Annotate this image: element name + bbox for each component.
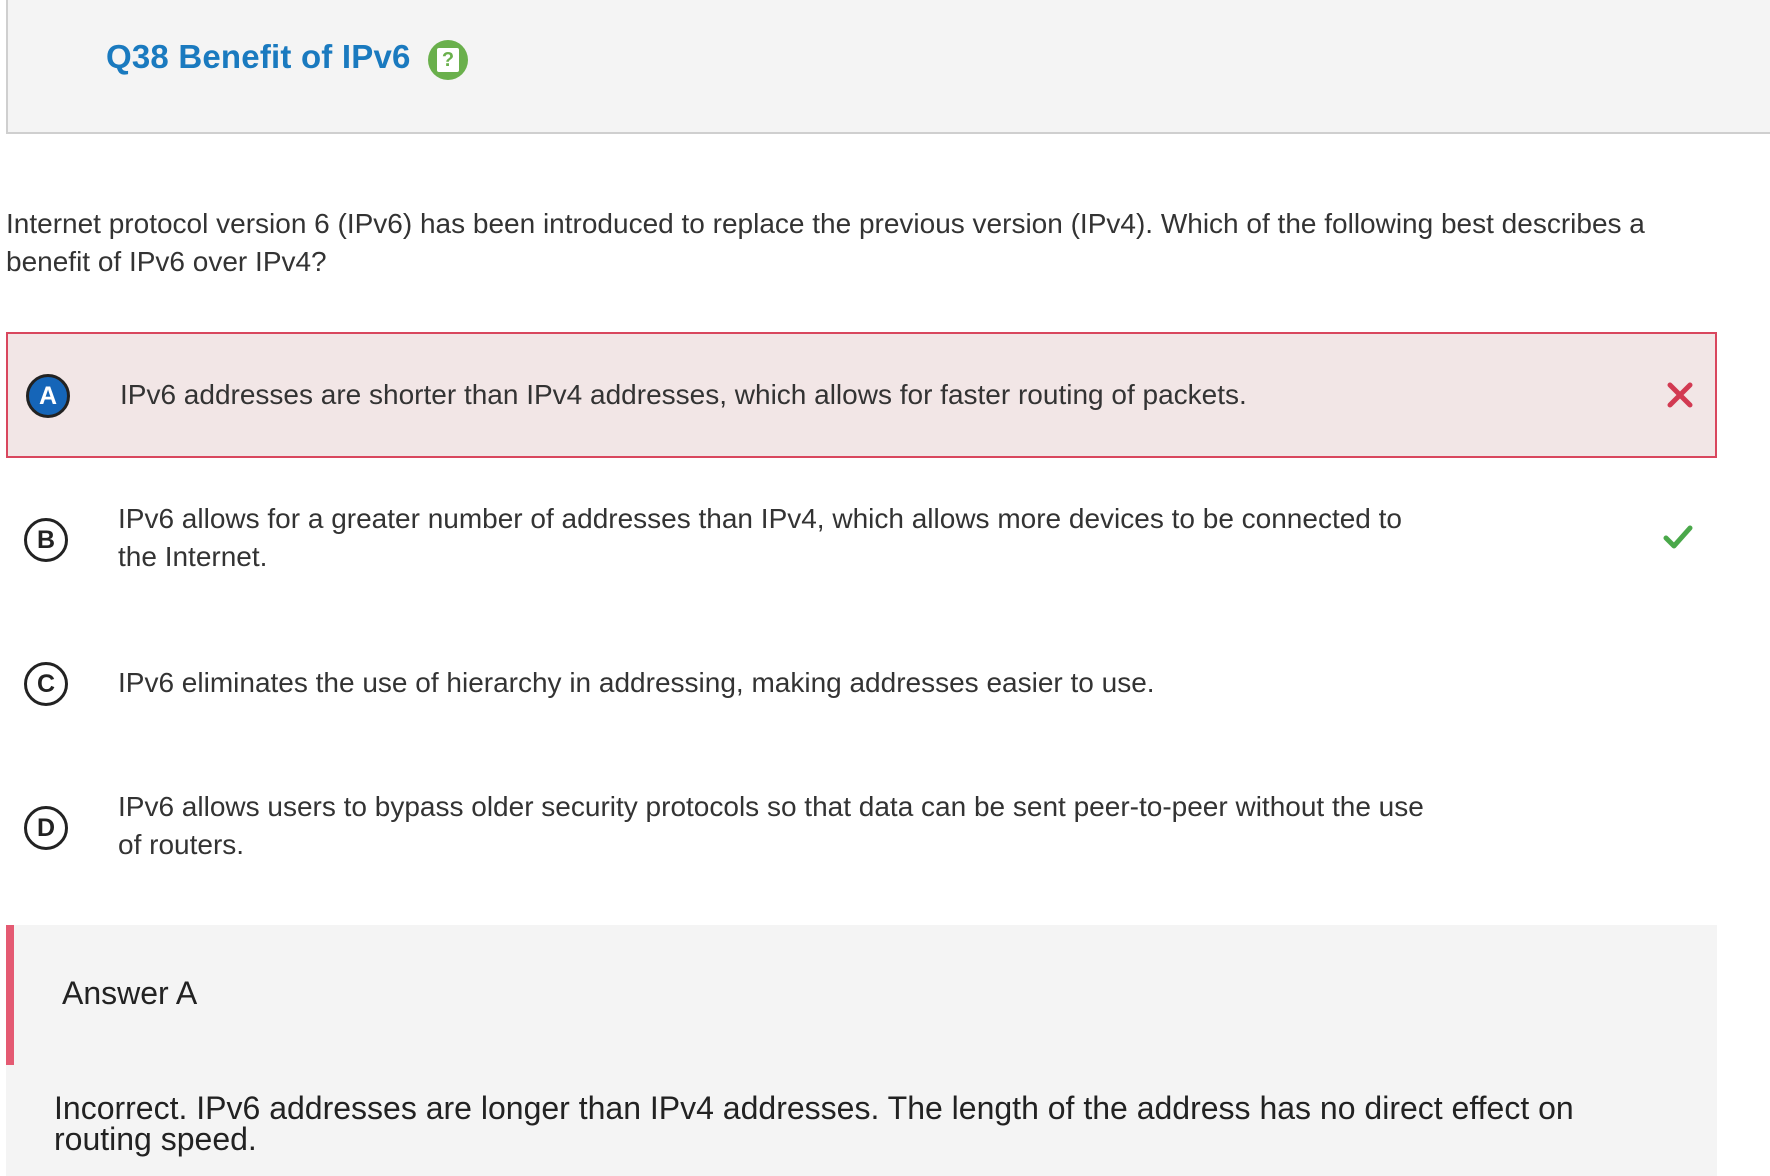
option-d-letter[interactable]: D [24,806,68,850]
question-title: Q38 Benefit of IPv6 [106,38,411,75]
option-a-letter[interactable]: A [26,374,70,418]
option-c[interactable]: C IPv6 eliminates the use of hierarchy i… [6,658,1717,714]
option-a-text: IPv6 addresses are shorter than IPv4 add… [120,379,1247,410]
option-c-letter[interactable]: C [24,662,68,706]
option-d[interactable]: D IPv6 allows users to bypass older secu… [6,784,1717,876]
quiz-page: Q38 Benefit of IPv6 ? Internet protocol … [0,0,1770,1176]
option-b[interactable]: B IPv6 allows for a greater number of ad… [6,496,1717,588]
option-c-text: IPv6 eliminates the use of hierarchy in … [118,667,1155,698]
answer-explanation: Incorrect. IPv6 addresses are longer tha… [54,1090,1574,1157]
option-b-letter[interactable]: B [24,518,68,562]
question-text: Internet protocol version 6 (IPv6) has b… [6,208,1645,277]
option-b-text: IPv6 allows for a greater number of addr… [118,503,1403,572]
answer-feedback-panel: Answer A Incorrect. IPv6 addresses are l… [6,925,1717,1176]
help-glyph: ? [437,48,459,72]
incorrect-x-icon [1663,378,1697,412]
feedback-accent-bar [6,925,14,1065]
answer-label: Answer A [62,975,198,1011]
option-a[interactable]: A IPv6 addresses are shorter than IPv4 a… [6,332,1717,458]
help-question-icon[interactable]: ? [428,40,468,80]
option-d-text: IPv6 allows users to bypass older securi… [118,791,1424,860]
correct-check-icon [1661,520,1695,554]
question-header: Q38 Benefit of IPv6 ? [6,0,1770,134]
